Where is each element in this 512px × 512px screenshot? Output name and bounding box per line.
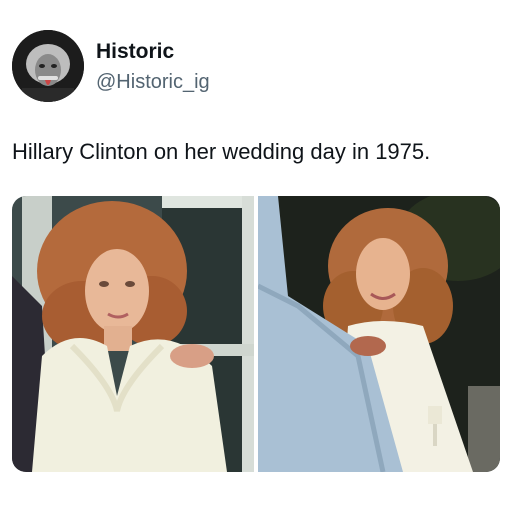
portrait-avatar-icon [12,30,84,102]
avatar[interactable] [12,30,84,102]
tweet-header: Historic @Historic_ig [12,30,492,104]
wedding-photo-right[interactable] [258,196,500,472]
wedding-photo-left[interactable] [12,196,254,472]
display-name[interactable]: Historic [96,40,174,64]
media-grid [12,196,500,472]
user-handle[interactable]: @Historic_ig [96,70,210,94]
tweet-text: Hillary Clinton on her wedding day in 19… [12,139,431,164]
